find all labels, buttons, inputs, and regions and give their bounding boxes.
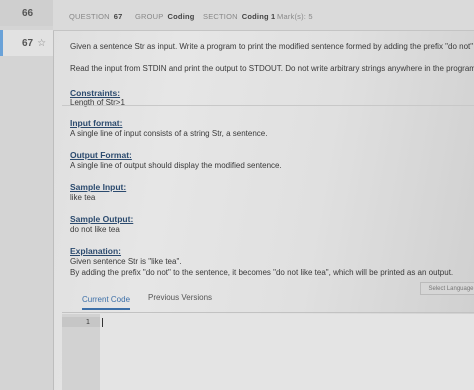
question-number: 67 [113,12,123,21]
section-value: Coding 1 [241,12,276,21]
question-meta: QUESTION 67 [69,12,123,21]
group-meta: GROUP Coding [135,12,195,21]
sidebar-item-label: 67 [22,37,34,49]
sample-input-heading: Sample Input: [70,182,127,192]
explanation-line-2: By adding the prefix "do not" to the sen… [70,268,454,277]
question-header: QUESTION 67 GROUP Coding SECTION Coding 1 M… [53,0,474,31]
sidebar-item-label: 66 [22,7,34,19]
sample-output-heading: Sample Output: [70,214,134,224]
tab-previous-versions[interactable]: Previous Versions [148,293,212,302]
sample-input-text: like tea [70,193,96,202]
divider [62,105,474,106]
star-icon[interactable]: ☆ [37,38,46,49]
constraints-heading: Constraints: [70,88,121,98]
output-format-text: A single line of output should display t… [70,161,282,170]
section-meta: SECTION Coding 1 [203,12,276,21]
question-sidebar: 66 67 ☆ [0,0,54,390]
input-format-text: A single line of input consists of a str… [70,129,268,138]
sidebar-item-question-66[interactable]: 66 [0,0,53,26]
input-format-heading: Input format: [70,118,123,128]
sidebar-item-question-67[interactable]: 67 ☆ [0,30,53,56]
output-format-heading: Output Format: [70,150,132,160]
group-value: Coding [167,12,195,21]
editor-gutter: 1 [62,314,100,390]
tab-current-code[interactable]: Current Code [82,295,131,310]
io-note: Read the input from STDIN and print the … [70,64,474,73]
editor-tabs: Current Code Previous Versions [62,290,474,313]
explanation-line-1: Given sentence Str is "like tea". [70,257,182,266]
text-cursor [102,318,103,327]
marks-meta: Mark(s): 5 [277,12,313,21]
problem-intro: Given a sentence Str as input. Write a p… [70,42,474,51]
sample-output-text: do not like tea [70,225,120,234]
line-number: 1 [85,318,90,326]
code-editor[interactable]: 1 [62,314,474,390]
explanation-heading: Explanation: [70,246,122,256]
screen: 66 67 ☆ QUESTION 67 GROUP Coding SECTION Co… [0,0,474,390]
active-line-highlight [62,317,100,327]
